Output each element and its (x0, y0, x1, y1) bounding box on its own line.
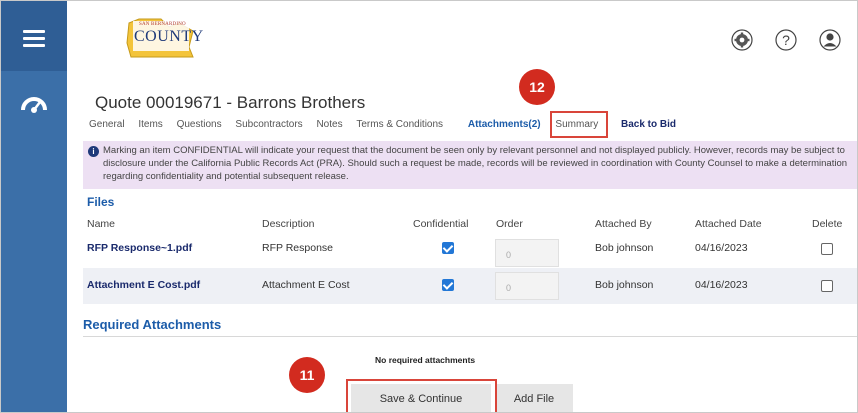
info-icon: i (88, 146, 99, 157)
file-name-link[interactable]: RFP Response~1.pdf (87, 242, 192, 254)
attached-date: 04/16/2023 (695, 242, 748, 254)
required-attachments-heading: Required Attachments (83, 317, 222, 332)
tab-notes[interactable]: Notes (316, 119, 342, 130)
tab-questions[interactable]: Questions (177, 119, 222, 130)
col-header-attached-by: Attached By (595, 218, 652, 230)
svg-text:?: ? (782, 32, 790, 48)
col-header-description: Description (262, 218, 315, 230)
hamburger-menu-button[interactable] (1, 1, 67, 71)
attached-by: Bob johnson (595, 279, 654, 291)
no-required-attachments-text: No required attachments (375, 355, 476, 365)
step-badge-11: 11 (289, 357, 325, 393)
delete-checkbox[interactable] (821, 243, 833, 255)
county-logo[interactable]: SAN BERNARDINO COUNTY (121, 17, 204, 61)
col-header-delete: Delete (812, 218, 843, 230)
attached-by: Bob johnson (595, 242, 654, 254)
tab-attachments[interactable]: Attachments(2) (468, 119, 541, 130)
logo-small-text: SAN BERNARDINO (139, 22, 186, 27)
summary-tab-highlight (550, 111, 608, 138)
hamburger-icon (23, 30, 45, 33)
tab-items[interactable]: Items (138, 119, 162, 130)
confidential-checkbox[interactable] (442, 242, 454, 254)
attached-date: 04/16/2023 (695, 279, 748, 291)
tab-subcontractors[interactable]: Subcontractors (235, 119, 302, 130)
file-name-link[interactable]: Attachment E Cost.pdf (87, 279, 200, 291)
help-icon[interactable]: ? (775, 29, 797, 51)
col-header-confidential: Confidential (413, 218, 469, 230)
hamburger-icon (23, 37, 45, 40)
col-header-name: Name (87, 218, 116, 230)
files-heading: Files (87, 195, 115, 209)
file-description: RFP Response (262, 242, 334, 254)
add-file-button[interactable]: Add File (495, 384, 573, 412)
table-row: Attachment E Cost.pdf Attachment E Cost … (83, 268, 857, 304)
left-nav-rail (1, 1, 67, 412)
tab-general[interactable]: General (89, 119, 125, 130)
main-content: Quote 00019671 - Barrons Brothers Genera… (67, 69, 857, 412)
col-header-attached-date: Attached Date (695, 218, 762, 230)
page-title: Quote 00019671 - Barrons Brothers (95, 93, 366, 112)
step-badge-12: 12 (519, 69, 555, 105)
logo-big-text: COUNTY (134, 28, 204, 45)
back-to-bid-link[interactable]: Back to Bid (621, 119, 676, 130)
hamburger-icon (23, 44, 45, 47)
top-header: SAN BERNARDINO COUNTY ? (67, 1, 857, 71)
tab-terms-conditions[interactable]: Terms & Conditions (356, 119, 443, 130)
save-continue-highlight (346, 379, 497, 412)
col-header-order: Order (496, 218, 523, 230)
file-description: Attachment E Cost (262, 279, 350, 291)
app-window: SAN BERNARDINO COUNTY ? Quote 00019671 -… (0, 0, 858, 413)
confidentiality-notice: i Marking an item CONFIDENTIAL will indi… (83, 141, 857, 189)
dashboard-icon[interactable] (21, 93, 47, 115)
order-input[interactable]: 0 (495, 239, 559, 267)
notice-text: Marking an item CONFIDENTIAL will indica… (103, 145, 848, 182)
table-row: RFP Response~1.pdf RFP Response 0 Bob jo… (83, 231, 857, 267)
confidential-checkbox[interactable] (442, 279, 454, 291)
user-account-icon[interactable] (819, 29, 841, 51)
delete-checkbox[interactable] (821, 280, 833, 292)
settings-gear-icon[interactable] (731, 29, 753, 51)
section-divider (83, 336, 857, 337)
order-input[interactable]: 0 (495, 272, 559, 300)
